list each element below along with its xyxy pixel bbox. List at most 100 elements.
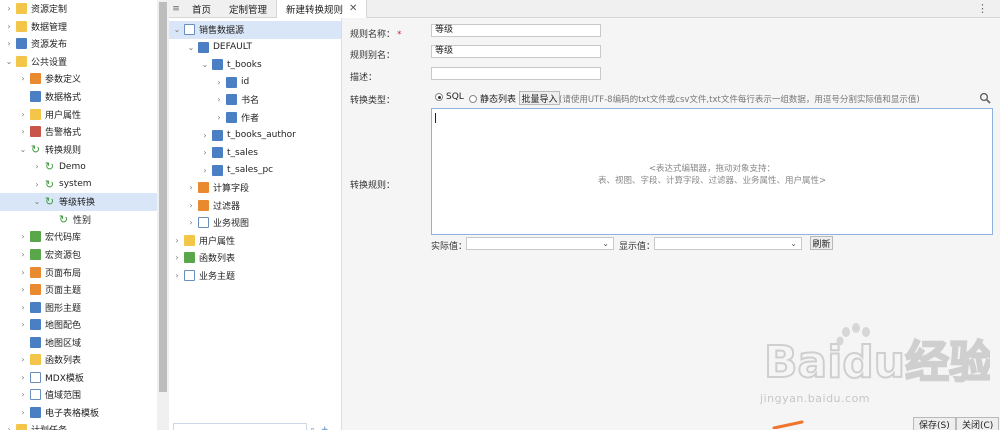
tree-item[interactable]: ⌄ ↻ 转换规则 — [0, 140, 157, 158]
radio-dot[interactable] — [469, 94, 477, 103]
tab-home[interactable]: 首页 — [183, 0, 220, 18]
chevron-right-icon[interactable]: › — [4, 425, 14, 430]
expression-editor[interactable]: <表达式编辑器，拖动对象支持： 表、视图、字段、计算字段、过滤器、业务属性、用户… — [431, 108, 993, 235]
tab-menu-icon[interactable]: ≡ — [169, 4, 183, 14]
chevron-right-icon[interactable]: › — [18, 373, 28, 382]
tree-item[interactable]: › 值域范围 — [0, 386, 157, 404]
refresh-button[interactable]: 刷新 — [810, 236, 833, 250]
more-menu-icon[interactable]: ⋮ — [977, 2, 988, 15]
tree-item[interactable]: › 资源定制 — [0, 0, 157, 18]
chevron-down-icon[interactable]: ⌄ — [4, 57, 14, 66]
chevron-right-icon[interactable]: › — [200, 131, 210, 140]
tree-item[interactable]: › 计算字段 — [169, 179, 341, 197]
rule-alias-input[interactable]: 等级 — [431, 45, 601, 58]
actual-value-select[interactable]: ⌄ — [466, 237, 614, 250]
tree-item[interactable]: › t_sales — [169, 144, 341, 162]
chevron-down-icon[interactable]: ⌄ — [172, 25, 182, 34]
tree-item[interactable]: ↻ 性别 — [0, 211, 157, 229]
chevron-right-icon[interactable]: › — [214, 78, 224, 87]
save-button[interactable]: 保存(S) — [913, 417, 956, 430]
chevron-right-icon[interactable]: › — [214, 95, 224, 104]
tab-new-transform-rule[interactable]: 新建转换规则 ✕ — [276, 0, 368, 18]
close-icon[interactable]: ✕ — [349, 3, 357, 14]
chevron-right-icon[interactable]: › — [186, 201, 196, 210]
chevron-right-icon[interactable]: › — [18, 232, 28, 241]
tree-item[interactable]: › MDX模板 — [0, 369, 157, 387]
chevron-down-icon[interactable]: ⌄ — [200, 60, 210, 69]
tree-item[interactable]: › 数据管理 — [0, 18, 157, 36]
chevron-right-icon[interactable]: › — [186, 183, 196, 192]
tree-item[interactable]: › 业务主题 — [169, 267, 341, 285]
tree-item[interactable]: › ↻ Demo — [0, 158, 157, 176]
tree-item[interactable]: › 资源发布 — [0, 35, 157, 53]
scrollbar-thumb[interactable] — [159, 2, 167, 392]
tree-item[interactable]: › t_books_author — [169, 126, 341, 144]
tree-item[interactable]: › 图形主题 — [0, 298, 157, 316]
tree-item[interactable]: › ↻ system — [0, 176, 157, 194]
tree-item[interactable]: › id — [169, 74, 341, 92]
chevron-right-icon[interactable]: › — [214, 113, 224, 122]
tree-item[interactable]: › 宏代码库 — [0, 228, 157, 246]
chevron-right-icon[interactable]: › — [200, 148, 210, 157]
tree-item[interactable]: › 计划任务 — [0, 421, 157, 430]
batch-import-button[interactable]: 批量导入 — [519, 91, 560, 105]
search-icon[interactable]: ⌕ — [310, 425, 315, 430]
chevron-right-icon[interactable]: › — [32, 162, 42, 171]
chevron-right-icon[interactable]: › — [18, 303, 28, 312]
chevron-right-icon[interactable]: › — [32, 180, 42, 189]
tree-item[interactable]: 地图区域 — [0, 333, 157, 351]
tree-item[interactable]: ⌄ ↻ 等级转换 — [0, 193, 157, 211]
search-icon[interactable] — [979, 92, 991, 104]
chevron-right-icon[interactable]: › — [18, 74, 28, 83]
tab-custom-manage[interactable]: 定制管理 — [220, 0, 276, 18]
chevron-right-icon[interactable]: › — [18, 110, 28, 119]
chevron-right-icon[interactable]: › — [18, 390, 28, 399]
chevron-right-icon[interactable]: › — [186, 218, 196, 227]
description-input[interactable] — [431, 67, 601, 80]
chevron-right-icon[interactable]: › — [172, 236, 182, 245]
tree-item[interactable]: › 业务视图 — [169, 214, 341, 232]
tree-item[interactable]: › 页面布局 — [0, 263, 157, 281]
tree-item[interactable]: › 参数定义 — [0, 70, 157, 88]
close-button[interactable]: 关闭(C) — [956, 417, 1000, 430]
tree-item[interactable]: › 用户属性 — [0, 105, 157, 123]
chevron-right-icon[interactable]: › — [18, 268, 28, 277]
tree-search-input[interactable] — [173, 423, 307, 430]
chevron-right-icon[interactable]: › — [4, 22, 14, 31]
chevron-down-icon[interactable]: ⌄ — [32, 197, 42, 206]
tree-item[interactable]: › t_sales_pc — [169, 161, 341, 179]
tree-item[interactable]: ⌄ 公共设置 — [0, 53, 157, 71]
rule-name-input[interactable]: 等级 — [431, 24, 601, 37]
chevron-right-icon[interactable]: › — [18, 320, 28, 329]
tree-item[interactable]: › 页面主题 — [0, 281, 157, 299]
chevron-right-icon[interactable]: › — [18, 285, 28, 294]
tree-item[interactable]: › 作者 — [169, 109, 341, 127]
chevron-down-icon[interactable]: ⌄ — [186, 43, 196, 52]
chevron-right-icon[interactable]: › — [172, 253, 182, 262]
radio-dot[interactable] — [435, 93, 443, 101]
chevron-right-icon[interactable]: › — [18, 355, 28, 364]
tree-item[interactable]: › 书名 — [169, 91, 341, 109]
chevron-right-icon[interactable]: › — [18, 250, 28, 259]
radio-static-list[interactable]: 静态列表 — [469, 92, 516, 105]
tree-item[interactable]: › 函数列表 — [169, 249, 341, 267]
tree-item[interactable]: › 电子表格模板 — [0, 404, 157, 422]
left-nav-scrollbar[interactable] — [157, 0, 169, 430]
tree-item[interactable]: › 过滤器 — [169, 197, 341, 215]
tree-item[interactable]: ⌄ 销售数据源 — [169, 21, 341, 39]
chevron-right-icon[interactable]: › — [172, 271, 182, 280]
display-value-select[interactable]: ⌄ — [654, 237, 802, 250]
tree-item[interactable]: › 地图配色 — [0, 316, 157, 334]
tree-item[interactable]: › 告警格式 — [0, 123, 157, 141]
tree-item[interactable]: ⌄ DEFAULT — [169, 39, 341, 57]
tree-item[interactable]: › 用户属性 — [169, 232, 341, 250]
tree-item[interactable]: 数据格式 — [0, 88, 157, 106]
chevron-right-icon[interactable]: › — [18, 408, 28, 417]
chevron-right-icon[interactable]: › — [200, 166, 210, 175]
tree-item[interactable]: › 函数列表 — [0, 351, 157, 369]
chevron-right-icon[interactable]: › — [18, 127, 28, 136]
radio-sql[interactable]: SQL — [435, 92, 464, 102]
chevron-right-icon[interactable]: › — [4, 39, 14, 48]
tree-item[interactable]: ⌄ t_books — [169, 56, 341, 74]
tree-item[interactable]: › 宏资源包 — [0, 246, 157, 264]
